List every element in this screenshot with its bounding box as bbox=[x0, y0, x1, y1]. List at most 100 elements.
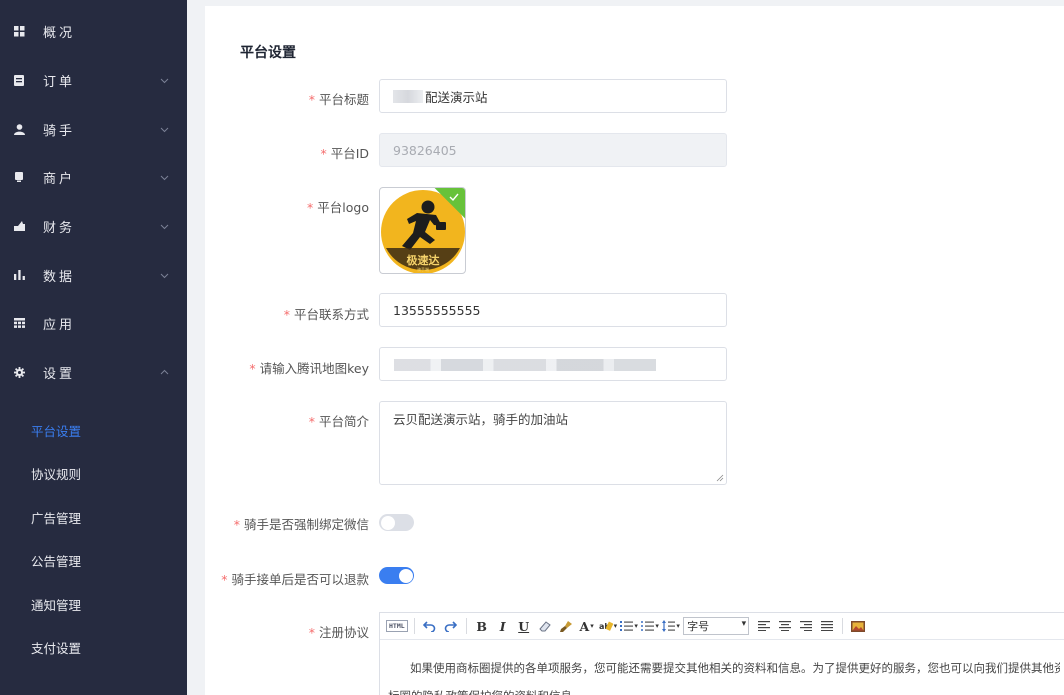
align-right-button[interactable] bbox=[797, 616, 815, 636]
toolbar-separator bbox=[842, 618, 844, 634]
insert-image-button[interactable] bbox=[849, 616, 867, 636]
field-label-id: * 平台ID bbox=[320, 143, 369, 162]
menu-item-merchants[interactable]: 商户 bbox=[0, 153, 187, 201]
unordered-list-icon bbox=[641, 621, 655, 631]
submenu-payment-settings[interactable]: 支付设置 bbox=[0, 627, 187, 667]
input-value: 配送演示站 bbox=[425, 89, 488, 105]
required-mark: * bbox=[249, 361, 256, 376]
dropdown-caret-icon: ▾ bbox=[590, 622, 594, 630]
logo-upload[interactable]: 极速达 骑手端 bbox=[379, 187, 466, 274]
field-label-intro: * 平台简介 bbox=[309, 411, 369, 430]
required-mark: * bbox=[308, 625, 315, 640]
field-label-title: * 平台标题 bbox=[309, 89, 369, 108]
bar-chart-icon bbox=[13, 269, 25, 281]
finance-icon bbox=[13, 220, 25, 232]
submenu-label: 协议规则 bbox=[31, 466, 82, 482]
chevron-down-icon bbox=[160, 273, 169, 278]
align-left-button[interactable] bbox=[755, 616, 773, 636]
font-size-select[interactable]: 字号 bbox=[683, 617, 750, 635]
logo-subtext: 骑手端 bbox=[417, 266, 429, 272]
required-mark: * bbox=[320, 146, 327, 161]
menu-label: 数据 bbox=[43, 269, 76, 285]
resize-handle-icon[interactable] bbox=[716, 474, 724, 482]
underline-button[interactable]: U bbox=[515, 616, 533, 636]
menu-label: 订单 bbox=[43, 74, 76, 90]
platform-intro-textarea[interactable]: 云贝配送演示站，骑手的加油站 bbox=[379, 401, 727, 485]
unordered-list-button[interactable]: ▾ bbox=[641, 616, 659, 636]
dropdown-caret-icon: ▾ bbox=[676, 622, 680, 630]
menu-item-apps[interactable]: 应用 bbox=[0, 299, 187, 347]
label-text: 骑手是否强制绑定微信 bbox=[243, 517, 369, 532]
required-mark: * bbox=[221, 572, 228, 587]
blurred-text bbox=[393, 89, 423, 103]
menu-item-riders[interactable]: 骑手 bbox=[0, 105, 187, 153]
line-height-button[interactable]: ▾ bbox=[662, 616, 680, 636]
wechat-bind-switch[interactable] bbox=[379, 514, 414, 531]
dropdown-caret-icon: ▾ bbox=[613, 622, 618, 630]
required-mark: * bbox=[307, 200, 314, 215]
check-icon bbox=[449, 193, 459, 202]
line-height-icon bbox=[662, 620, 676, 632]
field-label-contact: * 平台联系方式 bbox=[284, 304, 369, 323]
format-brush-button[interactable] bbox=[557, 616, 575, 636]
brush-icon bbox=[559, 620, 572, 632]
ordered-list-icon bbox=[620, 621, 634, 631]
align-center-icon bbox=[779, 621, 792, 631]
page-title: 平台设置 bbox=[240, 45, 296, 61]
ordered-list-button[interactable]: ▾ bbox=[620, 616, 638, 636]
italic-button[interactable]: I bbox=[494, 616, 512, 636]
bold-button[interactable]: B bbox=[473, 616, 491, 636]
align-justify-button[interactable] bbox=[818, 616, 836, 636]
menu-item-settings[interactable]: 设置 bbox=[0, 348, 187, 396]
editor-content[interactable]: 如果使用商标圈提供的各单项服务，您可能还需要提交其他相关的资料和信息。为了提供更… bbox=[380, 640, 1064, 695]
align-left-icon bbox=[758, 621, 771, 631]
redo-icon bbox=[444, 621, 458, 632]
field-label-wechat-bind: * 骑手是否强制绑定微信 bbox=[234, 514, 369, 533]
align-justify-icon bbox=[821, 621, 834, 631]
submenu-agreement-rules[interactable]: 协议规则 bbox=[0, 453, 187, 493]
submenu-notice-management[interactable]: 公告管理 bbox=[0, 540, 187, 580]
menu-item-finance[interactable]: 财务 bbox=[0, 202, 187, 250]
undo-button[interactable] bbox=[421, 616, 439, 636]
menu-item-data[interactable]: 数据 bbox=[0, 251, 187, 299]
gear-icon bbox=[13, 366, 25, 378]
tencent-map-key-input[interactable] bbox=[379, 347, 727, 381]
submenu-notification-management[interactable]: 通知管理 bbox=[0, 584, 187, 624]
submenu-ad-management[interactable]: 广告管理 bbox=[0, 497, 187, 537]
platform-contact-input[interactable]: 13555555555 bbox=[379, 293, 727, 327]
label-text: 平台标题 bbox=[318, 92, 369, 107]
required-mark: * bbox=[283, 307, 290, 322]
menu-item-orders[interactable]: 订单 bbox=[0, 56, 187, 104]
editor-toolbar: HTML B I U A ▾ ab ▾ ▾ ▾ ▾ 字号 bbox=[380, 613, 1064, 640]
toolbar-separator bbox=[413, 618, 415, 634]
editor-paragraph: 如果使用商标圈提供的各单项服务，您可能还需要提交其他相关的资料和信息。为了提供更… bbox=[410, 661, 1060, 675]
eraser-button[interactable] bbox=[536, 616, 554, 636]
grid-icon bbox=[13, 25, 25, 37]
redo-button[interactable] bbox=[442, 616, 460, 636]
platform-title-input[interactable]: 配送演示站 bbox=[379, 79, 727, 113]
input-value: 13555555555 bbox=[393, 302, 481, 318]
required-mark: * bbox=[308, 414, 315, 429]
html-source-button[interactable]: HTML bbox=[386, 620, 408, 632]
platform-id-input: 93826405 bbox=[379, 133, 727, 167]
align-center-button[interactable] bbox=[776, 616, 794, 636]
submenu-label: 平台设置 bbox=[31, 423, 82, 439]
label-text: 请输入腾讯地图key bbox=[259, 361, 369, 376]
label-text: 平台ID bbox=[330, 146, 369, 161]
agreement-editor[interactable]: HTML B I U A▾ ab▾ ▾ ▾ ▾ 字号 如果使用商标圈提供的各单项… bbox=[379, 612, 1064, 695]
submenu-platform-settings[interactable]: 平台设置 bbox=[0, 410, 187, 450]
highlight-icon: ab bbox=[599, 621, 613, 631]
logo-text: 极速达 bbox=[407, 253, 440, 267]
menu-label: 财务 bbox=[43, 220, 76, 236]
blurred-key-value bbox=[394, 359, 656, 371]
menu-item-overview[interactable]: 概况 bbox=[0, 7, 187, 55]
submenu-label: 支付设置 bbox=[31, 640, 82, 656]
refund-switch[interactable] bbox=[379, 567, 414, 584]
dropdown-caret-icon: ▾ bbox=[634, 622, 638, 630]
chevron-down-icon bbox=[160, 127, 169, 132]
menu-label: 设置 bbox=[43, 366, 76, 382]
font-color-button[interactable]: A ▾ bbox=[578, 616, 596, 636]
switch-knob bbox=[398, 568, 413, 583]
background-color-button[interactable]: ab ▾ bbox=[599, 616, 618, 636]
input-value: 93826405 bbox=[393, 142, 457, 158]
